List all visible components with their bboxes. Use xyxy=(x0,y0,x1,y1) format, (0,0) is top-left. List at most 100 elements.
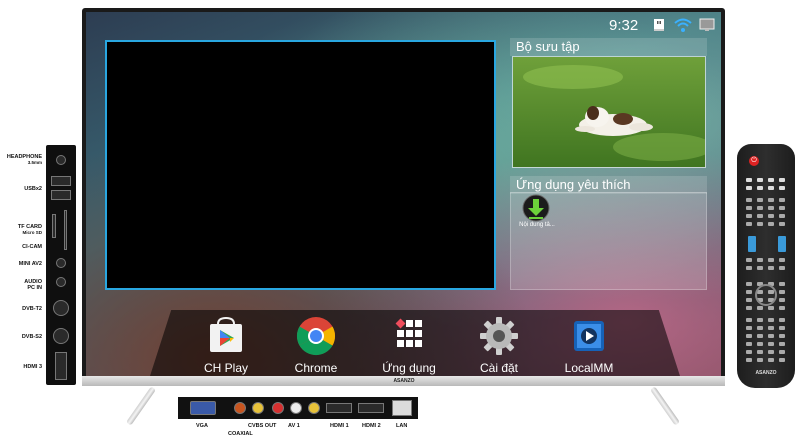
remote-button[interactable] xyxy=(779,178,785,182)
remote-button[interactable] xyxy=(768,266,774,270)
remote-button[interactable] xyxy=(757,358,763,362)
remote-button[interactable] xyxy=(779,186,785,190)
remote-button[interactable] xyxy=(746,334,752,338)
mini-av2-port xyxy=(56,258,66,268)
vga-port xyxy=(190,401,216,415)
hdmi1-port xyxy=(326,403,352,413)
bottom-label-hdmi1: HDMI 1 xyxy=(330,423,349,429)
dock-item-ch-play[interactable]: CH Play xyxy=(189,316,263,375)
remote-button[interactable] xyxy=(757,306,763,310)
headphone-port xyxy=(56,155,66,165)
remote-button[interactable] xyxy=(757,206,763,210)
remote-button[interactable] xyxy=(757,326,763,330)
remote-button[interactable] xyxy=(768,342,774,346)
remote-button[interactable] xyxy=(768,326,774,330)
remote-button[interactable] xyxy=(757,318,763,322)
av1-port-red xyxy=(272,402,284,414)
bottom-label-av1: AV 1 xyxy=(288,423,300,429)
remote-button[interactable] xyxy=(779,290,785,294)
remote-button[interactable] xyxy=(768,222,774,226)
remote-button[interactable] xyxy=(779,358,785,362)
remote-button[interactable] xyxy=(757,222,763,226)
side-label-headphone: HEADPHONE 3.5mm xyxy=(6,154,42,165)
remote-button[interactable] xyxy=(757,342,763,346)
remote-rocker[interactable] xyxy=(778,236,786,252)
collection-photo[interactable] xyxy=(512,56,706,168)
remote-button[interactable] xyxy=(779,266,785,270)
remote-button[interactable] xyxy=(757,198,763,202)
remote-button[interactable] xyxy=(768,306,774,310)
side-label-dvb-s2: DVB-S2 xyxy=(21,334,42,340)
remote-button[interactable] xyxy=(746,214,752,218)
remote-button[interactable] xyxy=(746,206,752,210)
dvb-s2-port xyxy=(53,328,69,344)
remote-button[interactable] xyxy=(779,214,785,218)
remote-button[interactable] xyxy=(768,358,774,362)
remote-button[interactable] xyxy=(768,206,774,210)
remote-dpad[interactable] xyxy=(755,284,777,306)
remote-button[interactable] xyxy=(746,290,752,294)
remote-button[interactable] xyxy=(779,306,785,310)
remote-button[interactable] xyxy=(757,334,763,338)
dock-item-settings[interactable]: Cài đặt xyxy=(462,316,536,375)
av1-port-white xyxy=(290,402,302,414)
remote-button[interactable] xyxy=(779,350,785,354)
display-icon xyxy=(698,17,716,35)
remote-button[interactable] xyxy=(746,298,752,302)
remote-button[interactable] xyxy=(746,358,752,362)
dock-label-settings: Cài đặt xyxy=(479,361,519,375)
dock-item-localmm[interactable]: LocalMM xyxy=(552,316,626,375)
remote-button[interactable] xyxy=(746,186,752,190)
remote-button[interactable] xyxy=(768,186,774,190)
remote-rocker[interactable] xyxy=(748,236,756,252)
remote-button[interactable] xyxy=(757,178,763,182)
remote-button[interactable] xyxy=(768,350,774,354)
remote-button[interactable] xyxy=(768,178,774,182)
usb-icon xyxy=(650,17,668,35)
remote-button[interactable] xyxy=(757,214,763,218)
remote-button[interactable] xyxy=(757,258,763,262)
remote-button[interactable] xyxy=(768,334,774,338)
tf-card-slot xyxy=(52,214,56,238)
remote-button[interactable] xyxy=(746,350,752,354)
remote-button[interactable] xyxy=(757,266,763,270)
power-icon[interactable]: ⏻ xyxy=(749,156,759,166)
remote-button[interactable] xyxy=(779,258,785,262)
remote-button[interactable] xyxy=(768,198,774,202)
side-label-dvb-t2: DVB-T2 xyxy=(22,306,42,312)
dock-item-chrome[interactable]: Chrome xyxy=(279,316,353,375)
remote-button[interactable] xyxy=(768,214,774,218)
remote-button[interactable] xyxy=(779,334,785,338)
hdmi2-port xyxy=(358,403,384,413)
remote-button[interactable] xyxy=(779,198,785,202)
side-label-hdmi3: HDMI 3 xyxy=(23,364,42,370)
remote-button[interactable] xyxy=(779,298,785,302)
remote-button[interactable] xyxy=(779,206,785,210)
remote-button[interactable] xyxy=(746,258,752,262)
dock-label-ch-play: CH Play xyxy=(203,361,248,375)
remote-button[interactable] xyxy=(746,222,752,226)
remote-button[interactable] xyxy=(779,222,785,226)
remote-button[interactable] xyxy=(779,342,785,346)
remote-button[interactable] xyxy=(757,350,763,354)
remote-button[interactable] xyxy=(746,306,752,310)
remote-button[interactable] xyxy=(746,342,752,346)
remote-button[interactable] xyxy=(779,318,785,322)
remote-button[interactable] xyxy=(779,326,785,330)
remote-button[interactable] xyxy=(746,318,752,322)
remote-button[interactable] xyxy=(746,266,752,270)
tv-brand-logo: ASANZO xyxy=(393,378,415,384)
live-tv-preview[interactable] xyxy=(105,40,496,290)
download-icon[interactable] xyxy=(522,194,550,222)
remote-button[interactable] xyxy=(757,186,763,190)
remote-button[interactable] xyxy=(746,326,752,330)
apps-grid-icon xyxy=(389,316,429,356)
remote-button[interactable] xyxy=(768,258,774,262)
remote-button[interactable] xyxy=(746,282,752,286)
remote-button[interactable] xyxy=(768,318,774,322)
dock-item-apps[interactable]: Ứng dụng xyxy=(372,316,446,375)
usb-port-1 xyxy=(51,176,71,186)
remote-button[interactable] xyxy=(746,178,752,182)
remote-button[interactable] xyxy=(746,198,752,202)
remote-button[interactable] xyxy=(779,282,785,286)
